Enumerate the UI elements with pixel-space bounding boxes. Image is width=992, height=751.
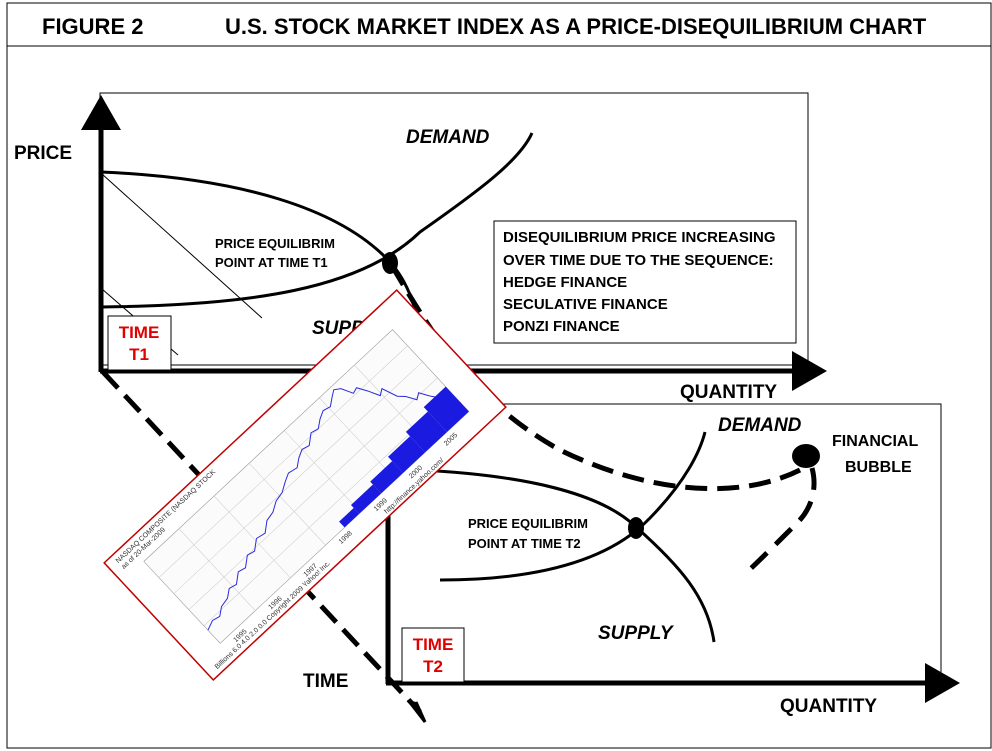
price-axis-label: PRICE [14, 143, 72, 164]
equilibrium-point-t2 [628, 517, 644, 539]
time-t2-line2: T2 [423, 657, 443, 676]
figure-label: FIGURE 2 [42, 14, 143, 39]
box-line-5: PONZI FINANCE [503, 318, 620, 335]
box-line-1: DISEQUILIBRIUM PRICE INCREASING [503, 229, 776, 246]
demand-label-bottom: DEMAND [718, 415, 802, 436]
box-line-4: SECULATIVE FINANCE [503, 296, 668, 313]
time-t1-line2: T1 [129, 345, 149, 364]
time-axis-label: TIME [303, 671, 348, 692]
equilibrium-t2-line2: POINT AT TIME T2 [468, 536, 581, 551]
figure-title: U.S. STOCK MARKET INDEX AS A PRICE-DISEQ… [225, 14, 927, 39]
equilibrium-t1-line1: PRICE EQUILIBRIM [215, 236, 335, 251]
time-t1-line1: TIME [119, 323, 160, 342]
time-axis-arrowhead [406, 699, 427, 723]
demand-label-top: DEMAND [406, 127, 490, 148]
box-line-2: OVER TIME DUE TO THE SEQUENCE: [503, 252, 774, 269]
quantity-axis-bottom-label: QUANTITY [780, 696, 877, 717]
box-line-3: HEDGE FINANCE [503, 274, 627, 291]
bubble-label-line2: BUBBLE [845, 459, 912, 476]
bubble-label-line1: FINANCIAL [832, 433, 918, 450]
quantity-axis-top-label: QUANTITY [680, 382, 777, 403]
equilibrium-t2-line1: PRICE EQUILIBRIM [468, 516, 588, 531]
equilibrium-t1-line2: POINT AT TIME T1 [215, 255, 328, 270]
financial-bubble-point [792, 444, 820, 468]
diagram-canvas: FIGURE 2 U.S. STOCK MARKET INDEX AS A PR… [6, 2, 992, 749]
supply-label-bottom: SUPPLY [598, 623, 675, 644]
time-t2-line1: TIME [413, 635, 454, 654]
